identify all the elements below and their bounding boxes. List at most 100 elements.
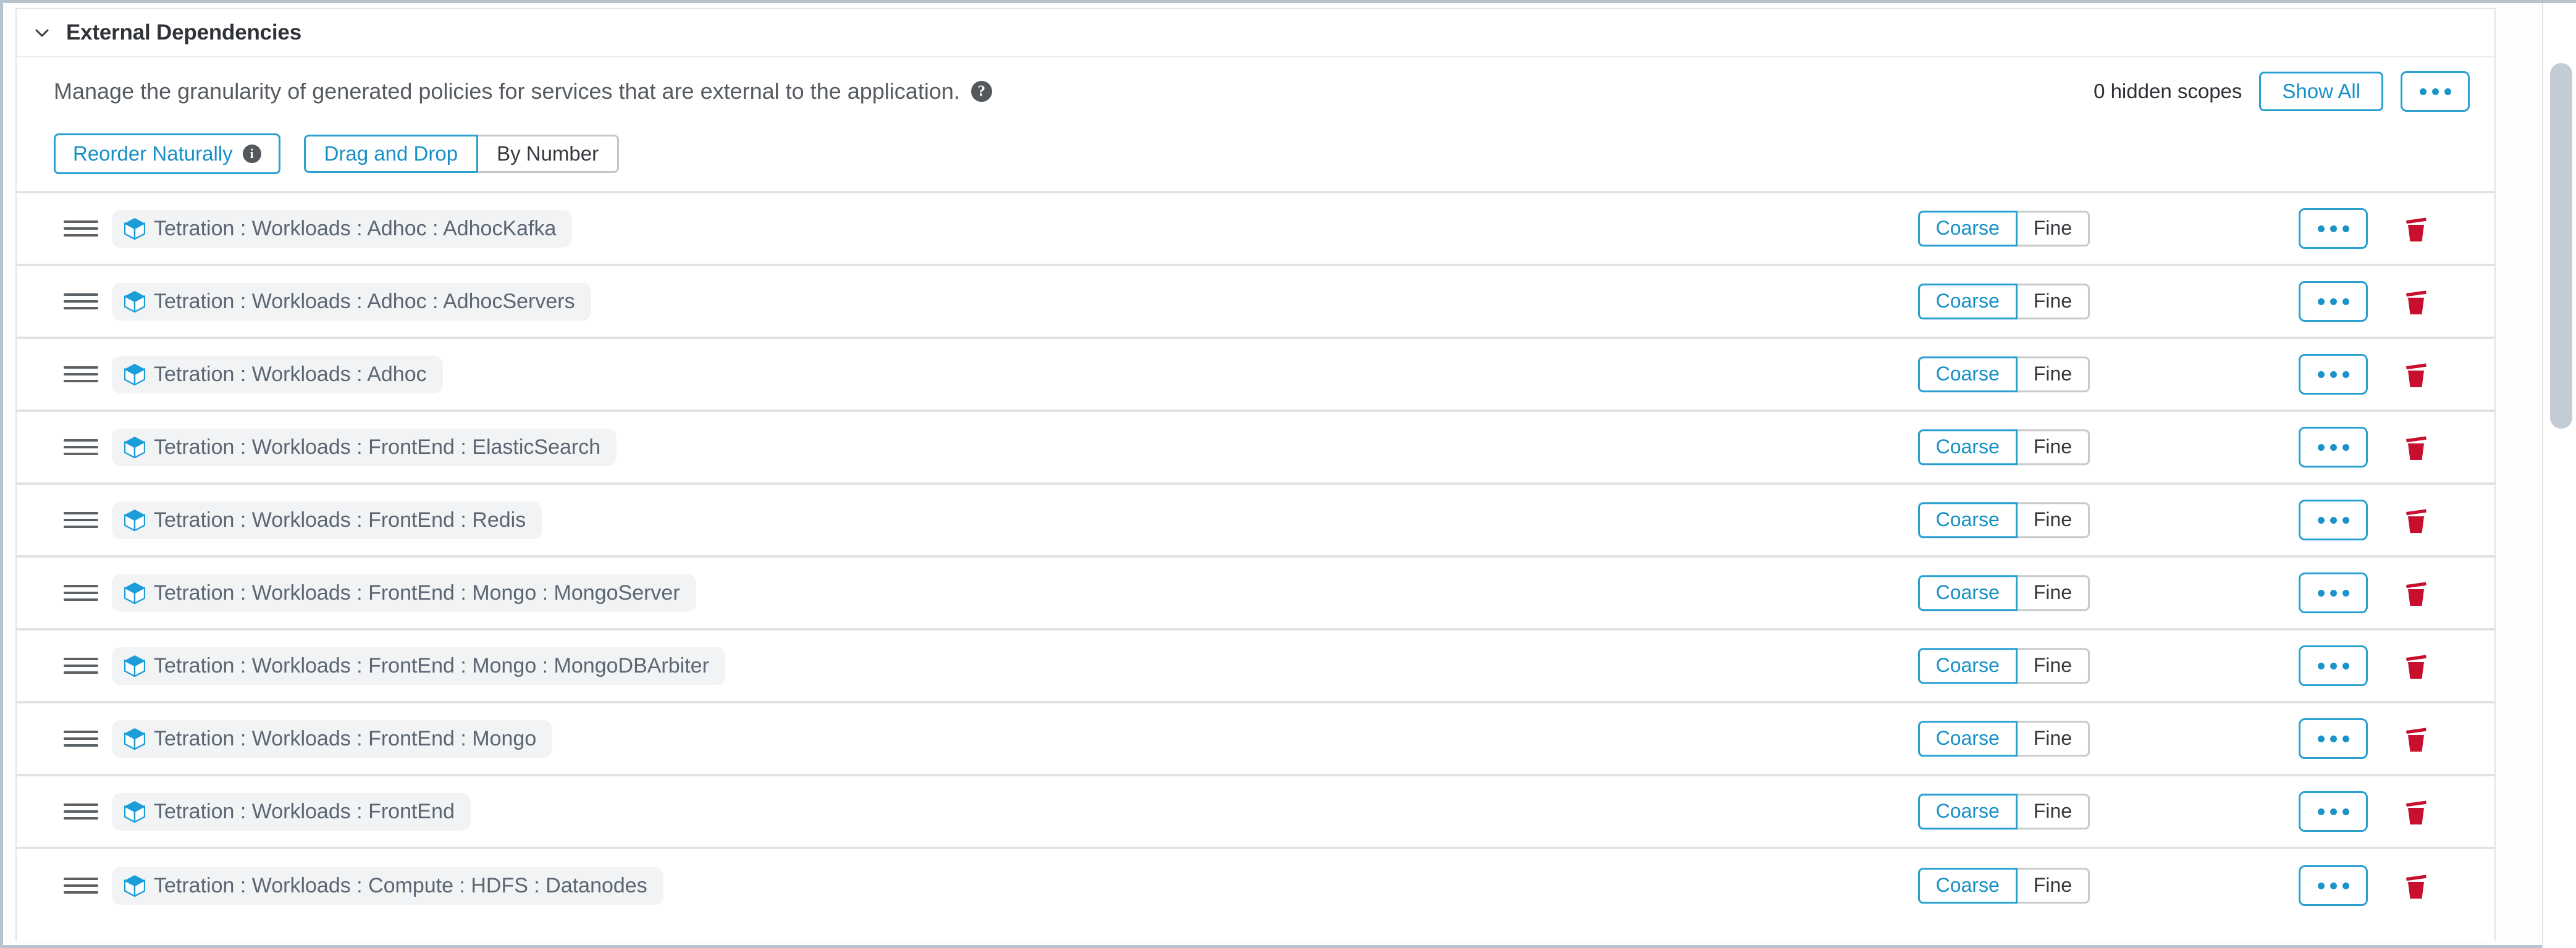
drag-handle-icon[interactable]: [64, 799, 98, 824]
trash-icon: [2406, 875, 2427, 899]
granularity-toggle: Coarse Fine: [1917, 575, 2090, 611]
tab-by-number[interactable]: By Number: [476, 134, 620, 174]
row-overflow-menu-button[interactable]: [2299, 791, 2368, 832]
table-row[interactable]: Tetration : Workloads : FrontEnd : Mongo…: [17, 631, 2494, 703]
delete-row-button[interactable]: [2399, 649, 2433, 682]
delete-row-button[interactable]: [2399, 576, 2433, 610]
chevron-down-icon[interactable]: [32, 22, 53, 43]
table-row[interactable]: Tetration : Workloads : FrontEnd : Elast…: [17, 412, 2494, 485]
ellipsis-dot: [2317, 662, 2325, 669]
info-icon[interactable]: i: [242, 145, 261, 163]
ellipsis-dot: [2419, 88, 2427, 95]
granularity-fine[interactable]: Fine: [2015, 648, 2090, 684]
granularity-coarse[interactable]: Coarse: [1917, 502, 2018, 538]
ellipsis-dot: [2317, 735, 2325, 742]
ellipsis-dot: [2342, 298, 2349, 305]
row-overflow-menu-button[interactable]: [2299, 281, 2368, 322]
table-row[interactable]: Tetration : Workloads : Compute : HDFS :…: [17, 849, 2494, 922]
granularity-fine[interactable]: Fine: [2015, 721, 2090, 757]
granularity-coarse[interactable]: Coarse: [1917, 794, 2018, 829]
ellipsis-dot: [2317, 298, 2325, 305]
scope-label: Tetration : Workloads : FrontEnd : Mongo: [154, 726, 537, 750]
drag-handle-icon[interactable]: [64, 289, 98, 314]
granularity-coarse[interactable]: Coarse: [1917, 721, 2018, 757]
scrollbar-thumb[interactable]: [2550, 63, 2572, 429]
drag-handle-icon[interactable]: [64, 653, 98, 678]
granularity-fine[interactable]: Fine: [2015, 868, 2090, 904]
drag-handle-icon[interactable]: [64, 508, 98, 532]
granularity-coarse[interactable]: Coarse: [1917, 429, 2018, 465]
table-row[interactable]: Tetration : Workloads : Adhoc Coarse Fin…: [17, 339, 2494, 412]
row-overflow-menu-button[interactable]: [2299, 500, 2368, 540]
scope-chip[interactable]: Tetration : Workloads : Adhoc : AdhocSer…: [112, 282, 591, 321]
scope-chip[interactable]: Tetration : Workloads : FrontEnd : Mongo: [112, 719, 553, 758]
drag-handle-icon[interactable]: [64, 435, 98, 459]
granularity-fine[interactable]: Fine: [2015, 283, 2090, 319]
trash-icon: [2406, 800, 2427, 824]
drag-handle-icon[interactable]: [64, 581, 98, 605]
granularity-coarse[interactable]: Coarse: [1917, 283, 2018, 319]
granularity-coarse[interactable]: Coarse: [1917, 575, 2018, 611]
table-row[interactable]: Tetration : Workloads : Adhoc : AdhocSer…: [17, 266, 2494, 339]
table-row[interactable]: Tetration : Workloads : FrontEnd : Mongo…: [17, 703, 2494, 776]
row-overflow-menu-button[interactable]: [2299, 718, 2368, 759]
table-row[interactable]: Tetration : Workloads : Adhoc : AdhocKaf…: [17, 193, 2494, 266]
granularity-fine[interactable]: Fine: [2015, 794, 2090, 829]
description-row: Manage the granularity of generated poli…: [17, 57, 2494, 125]
table-row[interactable]: Tetration : Workloads : FrontEnd : Mongo…: [17, 558, 2494, 631]
drag-handle-icon[interactable]: [64, 726, 98, 751]
granularity-fine[interactable]: Fine: [2015, 502, 2090, 538]
delete-row-button[interactable]: [2399, 285, 2433, 318]
row-overflow-menu-button[interactable]: [2299, 427, 2368, 468]
granularity-fine[interactable]: Fine: [2015, 429, 2090, 465]
row-overflow-menu-button[interactable]: [2299, 645, 2368, 686]
granularity-fine[interactable]: Fine: [2015, 211, 2090, 246]
granularity-fine[interactable]: Fine: [2015, 575, 2090, 611]
table-row[interactable]: Tetration : Workloads : FrontEnd Coarse …: [17, 776, 2494, 849]
drag-handle-icon[interactable]: [64, 873, 98, 898]
delete-row-button[interactable]: [2399, 869, 2433, 902]
granularity-coarse[interactable]: Coarse: [1917, 648, 2018, 684]
delete-row-button[interactable]: [2399, 358, 2433, 391]
row-overflow-menu-button[interactable]: [2299, 208, 2368, 249]
delete-row-button[interactable]: [2399, 722, 2433, 755]
scope-chip[interactable]: Tetration : Workloads : FrontEnd : Redis: [112, 501, 542, 539]
scope-label: Tetration : Workloads : Adhoc : AdhocSer…: [154, 289, 575, 313]
scope-chip[interactable]: Tetration : Workloads : Adhoc: [112, 355, 443, 393]
ellipsis-dot: [2342, 882, 2349, 889]
scope-chip[interactable]: Tetration : Workloads : FrontEnd : Mongo…: [112, 647, 725, 685]
delete-row-button[interactable]: [2399, 503, 2433, 537]
panel-overflow-menu-button[interactable]: [2401, 71, 2470, 112]
row-overflow-menu-button[interactable]: [2299, 573, 2368, 613]
vertical-scrollbar[interactable]: [2542, 3, 2576, 948]
ellipsis-dot: [2444, 88, 2451, 95]
scope-chip[interactable]: Tetration : Workloads : Compute : HDFS :…: [112, 866, 663, 905]
row-overflow-menu-button[interactable]: [2299, 354, 2368, 395]
scope-label: Tetration : Workloads : FrontEnd : Redis: [154, 508, 526, 532]
show-all-button[interactable]: Show All: [2259, 71, 2383, 112]
granularity-toggle: Coarse Fine: [1917, 868, 2090, 904]
drag-handle-icon[interactable]: [64, 362, 98, 387]
ellipsis-dot: [2330, 662, 2337, 669]
table-row[interactable]: Tetration : Workloads : FrontEnd : Redis…: [17, 485, 2494, 558]
drag-handle-icon[interactable]: [64, 216, 98, 241]
scope-chip[interactable]: Tetration : Workloads : FrontEnd: [112, 792, 471, 831]
row-overflow-menu-button[interactable]: [2299, 865, 2368, 906]
granularity-fine[interactable]: Fine: [2015, 356, 2090, 392]
scope-chip[interactable]: Tetration : Workloads : FrontEnd : Mongo…: [112, 574, 696, 612]
granularity-coarse[interactable]: Coarse: [1917, 356, 2018, 392]
scope-chip[interactable]: Tetration : Workloads : Adhoc : AdhocKaf…: [112, 209, 573, 248]
reorder-naturally-label: Reorder Naturally: [73, 142, 233, 165]
reorder-naturally-button[interactable]: Reorder Naturally i: [54, 133, 280, 174]
granularity-coarse[interactable]: Coarse: [1917, 211, 2018, 246]
delete-row-button[interactable]: [2399, 430, 2433, 464]
scope-chip[interactable]: Tetration : Workloads : FrontEnd : Elast…: [112, 428, 617, 466]
trash-icon: [2406, 436, 2427, 460]
ellipsis-dot: [2342, 516, 2349, 524]
tab-drag-and-drop[interactable]: Drag and Drop: [303, 134, 479, 174]
granularity-coarse[interactable]: Coarse: [1917, 868, 2018, 904]
delete-row-button[interactable]: [2399, 212, 2433, 245]
trash-icon: [2406, 655, 2427, 679]
delete-row-button[interactable]: [2399, 795, 2433, 828]
help-icon[interactable]: ?: [970, 81, 992, 102]
